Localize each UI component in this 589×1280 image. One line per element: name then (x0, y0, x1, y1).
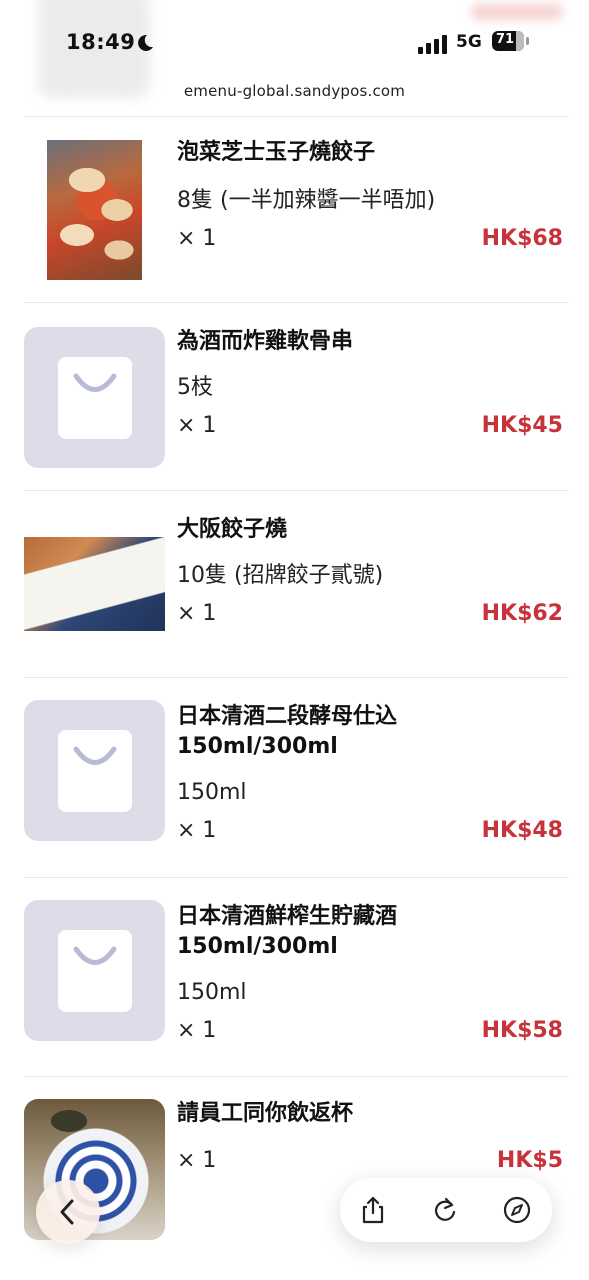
shopping-bag-icon (58, 730, 132, 812)
item-description: 150ml (177, 780, 247, 805)
item-placeholder-image (24, 700, 165, 841)
shopping-bag-icon (58, 357, 132, 439)
item-name: 為酒而炸雞軟骨串 (177, 329, 354, 354)
list-item[interactable]: 泡菜芝士玉子燒餃子 8隻 (一半加辣醬一半唔加) × 1 HK$68 (0, 116, 589, 302)
reload-icon (434, 1197, 456, 1221)
status-time: 18:49 (66, 30, 136, 54)
browser-toolbar (340, 1178, 552, 1242)
list-item[interactable]: 為酒而炸雞軟骨串 5枝 × 1 HK$45 (0, 303, 589, 489)
item-price: HK$62 (481, 601, 563, 626)
list-item[interactable]: 日本清酒二段酵母仕込 150ml/300ml 150ml × 1 HK$48 (0, 678, 589, 878)
item-placeholder-image (24, 900, 165, 1041)
item-name: 請員工同你飲返杯 (177, 1101, 354, 1126)
share-button[interactable] (358, 1195, 388, 1225)
list-item[interactable]: 大阪餃子燒 10隻 (招牌餃子貳號) × 1 HK$62 (0, 491, 589, 677)
item-name: 泡菜芝士玉子燒餃子 (177, 140, 376, 165)
item-description: 5枝 (177, 375, 213, 400)
item-price: HK$48 (481, 818, 563, 843)
item-price: HK$58 (481, 1018, 563, 1043)
item-name: 大阪餃子燒 (177, 517, 288, 542)
battery-level: 71 (495, 32, 515, 47)
item-photo (24, 537, 165, 631)
item-price: HK$45 (481, 413, 563, 438)
item-description: 150ml (177, 980, 247, 1005)
item-quantity: × 1 (177, 1148, 217, 1173)
item-name: 日本清酒二段酵母仕込 150ml/300ml (177, 704, 398, 759)
item-price: HK$5 (496, 1148, 563, 1173)
item-quantity: × 1 (177, 601, 217, 626)
network-type: 5G (456, 32, 482, 52)
url-bar[interactable]: emenu-global.sandypos.com (0, 82, 589, 100)
status-bar: 18:49 5G 71 (0, 26, 589, 62)
item-description: 8隻 (一半加辣醬一半唔加) (177, 188, 436, 213)
item-price: HK$68 (481, 226, 563, 251)
share-icon (362, 1196, 384, 1224)
back-button[interactable] (36, 1180, 100, 1244)
item-photo (47, 140, 142, 280)
compass-icon (503, 1196, 531, 1224)
item-name: 日本清酒鮮榨生貯藏酒 150ml/300ml (177, 904, 398, 959)
item-quantity: × 1 (177, 413, 217, 438)
battery-icon: 71 (492, 31, 529, 51)
item-description: 10隻 (招牌餃子貳號) (177, 563, 384, 588)
list-item[interactable]: 日本清酒鮮榨生貯藏酒 150ml/300ml 150ml × 1 HK$58 (0, 878, 589, 1076)
moon-icon (136, 34, 154, 52)
reload-button[interactable] (430, 1195, 460, 1225)
item-placeholder-image (24, 327, 165, 468)
item-quantity: × 1 (177, 226, 217, 251)
list-item[interactable]: 請員工同你飲返杯 × 1 HK$5 (0, 1077, 589, 1277)
compass-button[interactable] (502, 1195, 532, 1225)
chevron-left-icon (60, 1199, 74, 1225)
item-quantity: × 1 (177, 818, 217, 843)
shopping-bag-icon (58, 930, 132, 1012)
previous-item-price (471, 4, 563, 20)
signal-icon (418, 34, 448, 54)
item-quantity: × 1 (177, 1018, 217, 1043)
